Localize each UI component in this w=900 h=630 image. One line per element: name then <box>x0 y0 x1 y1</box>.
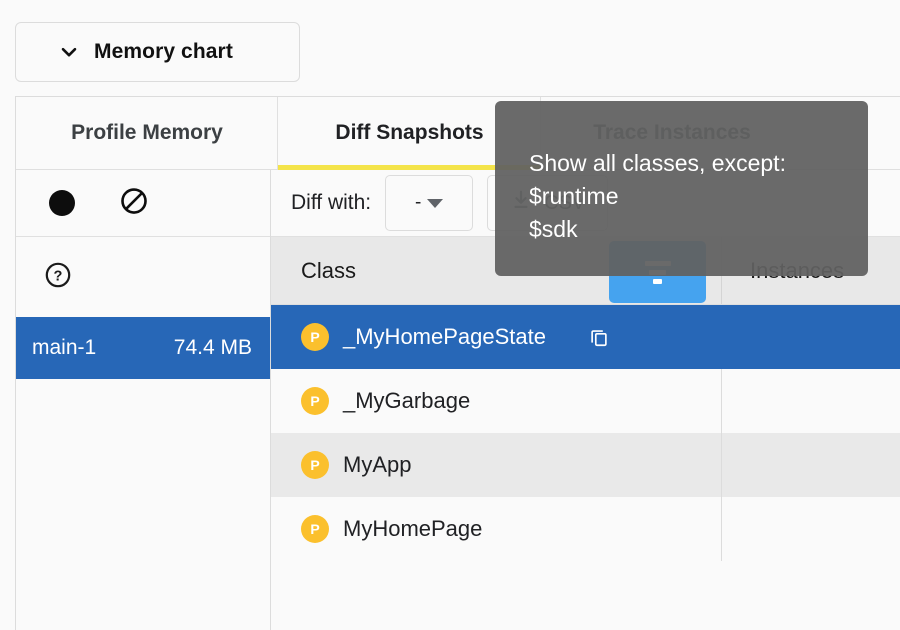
copy-icon[interactable] <box>588 326 610 348</box>
column-header-instances-label: Instances <box>750 258 844 284</box>
class-name: _MyHomePageState <box>343 324 546 350</box>
diff-with-label: Diff with: <box>291 191 371 215</box>
record-circle-icon <box>49 190 75 216</box>
diff-content: Diff with: - CSV <box>271 170 900 630</box>
tab-bar: Profile Memory Diff Snapshots Trace Inst… <box>16 97 900 170</box>
help-circle-icon: ? <box>44 261 72 294</box>
snapshot-name: main-1 <box>32 336 96 360</box>
table-body: P _MyHomePageState <box>271 305 900 630</box>
table-row[interactable]: P _MyHomePageState <box>271 305 900 369</box>
take-snapshot-button[interactable] <box>46 187 78 219</box>
download-icon <box>510 189 532 217</box>
export-csv-label: CSV <box>544 192 585 215</box>
chevron-down-icon <box>52 40 86 64</box>
diff-with-value: - <box>415 192 421 214</box>
cell-class: P MyHomePage <box>271 497 721 561</box>
diff-with-dropdown[interactable]: - <box>385 175 473 231</box>
snapshot-help-row: ? <box>16 237 270 317</box>
clear-all-snapshots-button[interactable] <box>118 187 150 219</box>
tab-diff-snapshots-label: Diff Snapshots <box>335 121 483 145</box>
cell-instances <box>721 497 900 561</box>
export-csv-button[interactable]: CSV <box>487 175 608 231</box>
class-name: _MyGarbage <box>343 388 470 414</box>
filter-icon <box>645 261 671 284</box>
cell-instances <box>721 369 900 433</box>
memory-chart-label: Memory chart <box>94 40 233 64</box>
snapshot-toolbar <box>16 170 270 237</box>
tab-trace-instances-label: Trace Instances <box>593 121 751 145</box>
table-header-row: Class Instances <box>271 237 900 305</box>
svg-text:?: ? <box>54 268 63 284</box>
table-row[interactable]: P MyApp <box>271 433 900 497</box>
panel-body: ? main-1 74.4 MB Diff with: - <box>16 170 900 630</box>
memory-panel: Profile Memory Diff Snapshots Trace Inst… <box>15 96 900 630</box>
tab-profile-memory-label: Profile Memory <box>71 121 223 145</box>
snapshot-list-item-main-1[interactable]: main-1 74.4 MB <box>16 317 270 379</box>
class-name: MyApp <box>343 452 411 478</box>
package-badge-icon: P <box>301 387 329 415</box>
help-button[interactable]: ? <box>42 261 74 293</box>
cell-class: P MyApp <box>271 433 721 497</box>
memory-chart-toggle[interactable]: Memory chart <box>15 22 300 82</box>
class-table: Class Instances P _MyHomePageState <box>271 237 900 630</box>
table-row[interactable]: P MyHomePage <box>271 497 900 561</box>
column-header-instances[interactable]: Instances <box>721 237 900 304</box>
snapshot-size: 74.4 MB <box>174 336 252 360</box>
cell-class: P _MyGarbage <box>271 369 721 433</box>
tab-profile-memory[interactable]: Profile Memory <box>16 97 278 170</box>
package-badge-icon: P <box>301 323 329 351</box>
cell-instances <box>721 305 900 369</box>
tab-diff-snapshots[interactable]: Diff Snapshots <box>278 97 541 170</box>
tab-trace-instances[interactable]: Trace Instances <box>541 97 803 170</box>
cell-class: P _MyHomePageState <box>271 305 721 369</box>
snapshot-sidebar: ? main-1 74.4 MB <box>16 170 271 630</box>
no-entry-icon <box>119 186 149 221</box>
class-filter-button[interactable] <box>609 241 706 303</box>
package-badge-icon: P <box>301 515 329 543</box>
cell-instances <box>721 433 900 497</box>
chevron-down-icon <box>427 199 443 208</box>
column-header-class-label: Class <box>301 258 356 284</box>
class-name: MyHomePage <box>343 516 482 542</box>
table-row[interactable]: P _MyGarbage <box>271 369 900 433</box>
package-badge-icon: P <box>301 451 329 479</box>
snapshot-list-empty-area <box>16 379 270 630</box>
diff-toolbar: Diff with: - CSV <box>271 170 900 237</box>
